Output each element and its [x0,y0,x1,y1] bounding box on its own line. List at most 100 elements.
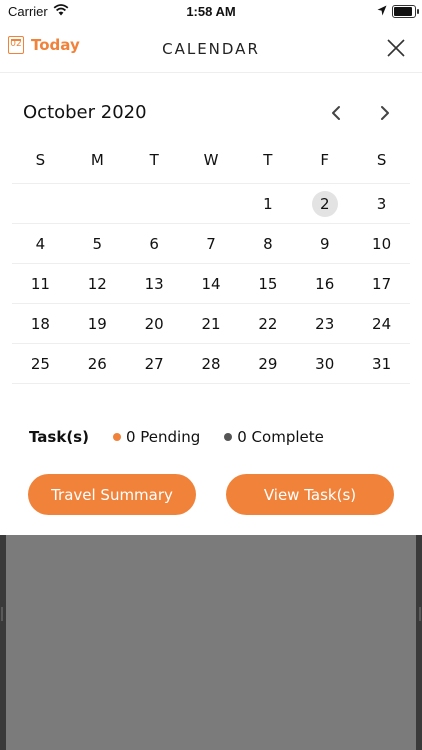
day-number: 8 [263,234,273,253]
day-cell[interactable]: 13 [126,264,183,303]
day-cell[interactable]: 17 [353,264,410,303]
day-cell[interactable]: 4 [12,224,69,263]
background-overlay [6,535,416,750]
dimmed-background[interactable] [0,535,422,750]
close-icon[interactable] [386,38,406,58]
travel-summary-button[interactable]: Travel Summary [28,474,196,515]
day-number: 22 [258,314,278,333]
page-title: CALENDAR [162,40,260,58]
header: 02 Today CALENDAR [0,24,422,73]
weekday-label: T [149,151,159,169]
background-edge-mark [1,607,3,621]
day-cell[interactable]: 19 [69,304,126,343]
day-cell[interactable]: 27 [126,344,183,383]
weekday-label: S [35,151,46,169]
day-number: 3 [376,194,387,213]
day-number: 25 [30,354,50,373]
day-cell-selected[interactable]: 2 [296,184,353,223]
day-number: 4 [35,234,46,253]
week-row: 4 5 6 7 8 9 10 [12,223,410,263]
day-number: 23 [315,314,335,333]
day-number [198,191,224,217]
day-number: 10 [372,234,392,253]
day-cell[interactable]: 12 [69,264,126,303]
selected-day-number: 2 [311,190,338,217]
day-number [141,191,167,217]
day-number: 15 [258,274,278,293]
weekday-label: T [263,151,273,169]
weekday-label: M [90,151,104,169]
tasks-label: Task(s) [29,428,89,446]
day-number: 31 [372,354,392,373]
day-cell[interactable]: 7 [183,224,240,263]
day-cell[interactable]: 1 [239,184,296,223]
day-cell[interactable]: 26 [69,344,126,383]
calendar-grid: 1 2 3 4 5 6 7 8 9 10 11 12 13 14 15 16 1… [12,183,410,384]
day-cell[interactable]: 3 [353,184,410,223]
background-edge-mark [419,607,421,621]
day-number: 13 [144,274,164,293]
day-number: 9 [319,234,330,253]
location-arrow-icon [377,5,387,16]
day-cell[interactable]: 29 [239,344,296,383]
day-number: 11 [30,274,50,293]
day-number: 1 [263,194,273,213]
day-number: 5 [92,234,103,253]
day-number: 27 [144,354,164,373]
day-number: 29 [258,354,278,373]
day-number: 26 [87,354,107,373]
day-number [84,191,110,217]
empty-day-cell [69,184,126,223]
day-number [27,191,53,217]
day-cell[interactable]: 14 [183,264,240,303]
day-number: 16 [315,274,335,293]
week-row: 18 19 20 21 22 23 24 [12,303,410,343]
complete-dot-icon [224,433,233,441]
day-number: 17 [372,274,392,293]
day-cell[interactable]: 22 [239,304,296,343]
day-cell[interactable]: 5 [69,224,126,263]
pending-count: 0 Pending [125,428,201,446]
day-cell[interactable]: 28 [183,344,240,383]
day-cell[interactable]: 11 [12,264,69,303]
pending-stat: 0 Pending [112,428,201,446]
complete-count: 0 Complete [237,428,324,446]
weekday-label: W [203,151,219,169]
week-row: 1 2 3 [12,183,410,223]
day-number: 6 [149,234,159,253]
day-cell[interactable]: 15 [239,264,296,303]
day-number: 7 [206,234,216,253]
month-label: October 2020 [23,102,147,123]
day-cell[interactable]: 10 [353,224,410,263]
pending-dot-icon [112,433,121,441]
weekday-label: F [320,151,330,169]
day-cell[interactable]: 31 [353,344,410,383]
day-cell[interactable]: 9 [296,224,353,263]
day-cell[interactable]: 23 [296,304,353,343]
day-cell[interactable]: 30 [296,344,353,383]
day-number: 19 [87,314,107,333]
day-cell[interactable]: 24 [353,304,410,343]
week-row: 25 26 27 28 29 30 31 [12,343,410,384]
day-number: 20 [144,314,164,333]
day-cell[interactable]: 21 [183,304,240,343]
day-cell[interactable]: 8 [239,224,296,263]
empty-day-cell [12,184,69,223]
chevron-right-icon[interactable] [376,103,394,123]
status-bar: Carrier 1:58 AM [0,0,422,24]
day-cell[interactable]: 20 [126,304,183,343]
weekday-header: S M T W T F S [12,151,410,173]
weekday-label: S [376,151,387,169]
view-tasks-button[interactable]: View Task(s) [226,474,394,515]
empty-day-cell [126,184,183,223]
day-number: 24 [372,314,392,333]
day-number: 12 [87,274,107,293]
battery-icon [392,5,419,18]
day-cell[interactable]: 18 [12,304,69,343]
day-cell[interactable]: 25 [12,344,69,383]
day-number: 30 [315,354,335,373]
day-number: 14 [201,274,221,293]
day-cell[interactable]: 16 [296,264,353,303]
day-cell[interactable]: 6 [126,224,183,263]
chevron-left-icon[interactable] [327,103,345,123]
